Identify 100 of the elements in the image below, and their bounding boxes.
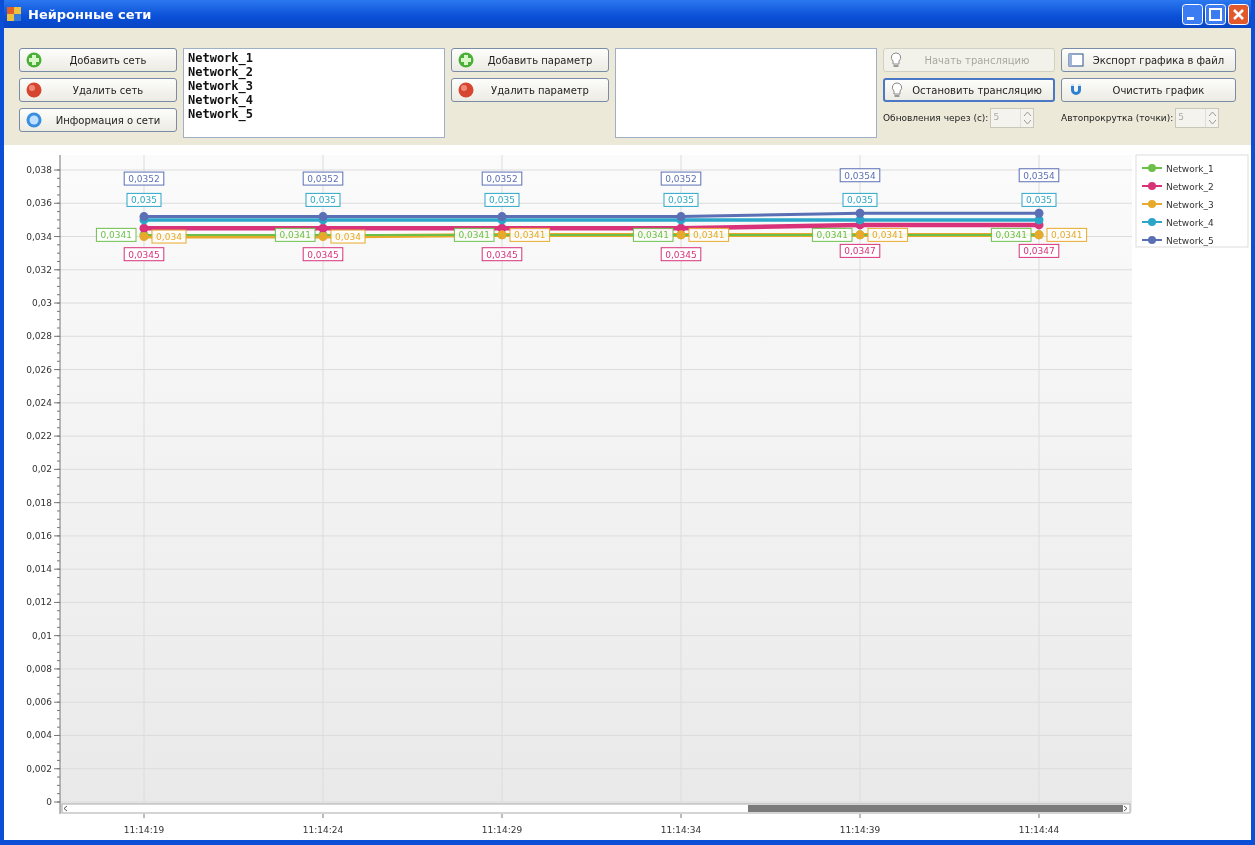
data-label: 0,0352 <box>307 174 339 185</box>
data-label: 0,0341 <box>458 230 490 241</box>
field-label: Автопрокрутка (точки): <box>1061 113 1174 123</box>
toolbar-button[interactable]: Добавить сеть <box>19 48 177 72</box>
x-tick-label: 11:14:19 <box>123 825 165 835</box>
data-label: 0,0352 <box>665 174 697 185</box>
list-item[interactable]: Network_1 <box>188 51 440 65</box>
data-point <box>139 223 149 233</box>
toolbar-button[interactable]: Экспорт графика в файл <box>1061 48 1236 72</box>
legend-swatch <box>1141 200 1163 208</box>
toolbar-button[interactable]: Удалить параметр <box>451 78 609 102</box>
y-tick-label: 0,034 <box>26 231 52 242</box>
data-label: 0,0341 <box>995 230 1027 241</box>
data-label: 0,0354 <box>1018 168 1060 183</box>
data-label: 0,0345 <box>302 247 344 262</box>
data-label: 0,035 <box>847 195 873 206</box>
data-label: 0,0345 <box>123 247 165 262</box>
data-label: 0,035 <box>663 192 699 207</box>
data-label: 0,0352 <box>481 171 523 186</box>
close-button[interactable] <box>1228 3 1249 25</box>
y-tick-label: 0,016 <box>26 530 52 541</box>
field-label: Обновления через (с): <box>883 113 989 123</box>
legend-label: Network_3 <box>1166 199 1214 210</box>
data-label: 0,0341 <box>632 227 674 242</box>
data-label: 0,0341 <box>1046 227 1088 242</box>
y-tick-label: 0,012 <box>26 597 52 608</box>
data-label: 0,0345 <box>486 249 518 260</box>
data-label: 0,0345 <box>307 249 339 260</box>
legend-swatch <box>1141 218 1163 226</box>
stop-icon <box>458 82 474 98</box>
data-point <box>1034 208 1044 218</box>
data-label: 0,035 <box>489 195 515 206</box>
app-icon <box>6 6 22 22</box>
legend-label: Network_5 <box>1166 235 1214 246</box>
y-tick-label: 0,02 <box>31 464 52 475</box>
data-label: 0,0341 <box>100 230 132 241</box>
data-label: 0,035 <box>668 195 694 206</box>
network-list[interactable]: Network_1 Network_2 Network_3 Network_4 Network_5 <box>183 48 445 138</box>
data-label: 0,0341 <box>1051 230 1083 241</box>
data-label: 0,035 <box>1021 192 1057 207</box>
toolbar-button[interactable]: Информация о сети <box>19 108 177 132</box>
bulb-icon <box>891 82 903 98</box>
maximize-button[interactable] <box>1205 3 1226 25</box>
list-item[interactable]: Network_4 <box>188 93 440 107</box>
x-tick-label: 11:14:29 <box>481 825 523 835</box>
data-label: 0,0341 <box>637 230 669 241</box>
data-label: 0,0354 <box>839 168 881 183</box>
y-tick-label: 0,022 <box>26 431 52 442</box>
y-tick-label: 0,006 <box>26 697 52 708</box>
frame-icon <box>1068 52 1084 68</box>
data-label: 0,0341 <box>990 227 1032 242</box>
legend-label: Network_1 <box>1166 163 1214 174</box>
parameter-list[interactable] <box>615 48 877 138</box>
data-label: 0,035 <box>305 192 341 207</box>
plus-icon <box>458 52 474 68</box>
y-tick-label: 0 <box>46 797 52 807</box>
data-label: 0,034 <box>151 229 187 244</box>
data-label: 0,0354 <box>844 170 877 181</box>
toolbar-button[interactable]: Добавить параметр <box>451 48 609 72</box>
y-tick-label: 0,018 <box>26 497 52 508</box>
data-label: 0,034 <box>330 229 366 244</box>
data-label: 0,0347 <box>1023 246 1055 257</box>
y-tick-label: 0,03 <box>31 298 52 309</box>
x-tick-label: 11:14:24 <box>302 825 344 835</box>
data-label: 0,0341 <box>509 227 551 242</box>
toolbar-button[interactable]: Удалить сеть <box>19 78 177 102</box>
list-item[interactable]: Network_3 <box>188 79 440 93</box>
y-tick-label: 0,028 <box>26 331 52 342</box>
data-label: 0,0347 <box>844 246 876 257</box>
data-label: 0,0352 <box>660 171 702 186</box>
plus-icon <box>26 52 42 68</box>
data-label: 0,0341 <box>693 230 725 241</box>
data-label: 0,0341 <box>872 230 904 241</box>
list-item[interactable]: Network_2 <box>188 65 440 79</box>
minimize-button[interactable] <box>1182 3 1203 25</box>
y-tick-label: 0,024 <box>26 397 52 408</box>
data-label: 0,0341 <box>816 230 848 241</box>
data-label: 0,035 <box>842 192 878 207</box>
x-tick-label: 11:14:44 <box>1018 825 1060 835</box>
bulb-icon <box>890 52 902 68</box>
toolbar-button[interactable]: Очистить график <box>1061 78 1236 102</box>
x-tick-label: 11:14:39 <box>839 825 881 835</box>
data-label: 0,035 <box>131 195 157 206</box>
list-item[interactable]: Network_5 <box>188 107 440 121</box>
y-tick-label: 0,036 <box>26 198 52 209</box>
data-label: 0,035 <box>310 195 336 206</box>
scrollbar[interactable] <box>61 803 1131 814</box>
data-label: 0,0341 <box>688 227 730 242</box>
legend-swatch <box>1141 182 1163 190</box>
data-label: 0,034 <box>156 232 183 243</box>
toolbar-button[interactable]: Остановить трансляцию <box>883 78 1055 102</box>
data-label: 0,0352 <box>486 174 518 185</box>
data-label: 0,0341 <box>95 227 137 242</box>
legend-swatch <box>1141 236 1163 244</box>
x-tick-label: 11:14:34 <box>660 825 702 835</box>
data-label: 0,0352 <box>302 171 344 186</box>
stop-icon <box>26 82 42 98</box>
data-label: 0,034 <box>335 232 362 243</box>
data-label: 0,0354 <box>1023 170 1056 181</box>
data-point <box>855 208 865 218</box>
